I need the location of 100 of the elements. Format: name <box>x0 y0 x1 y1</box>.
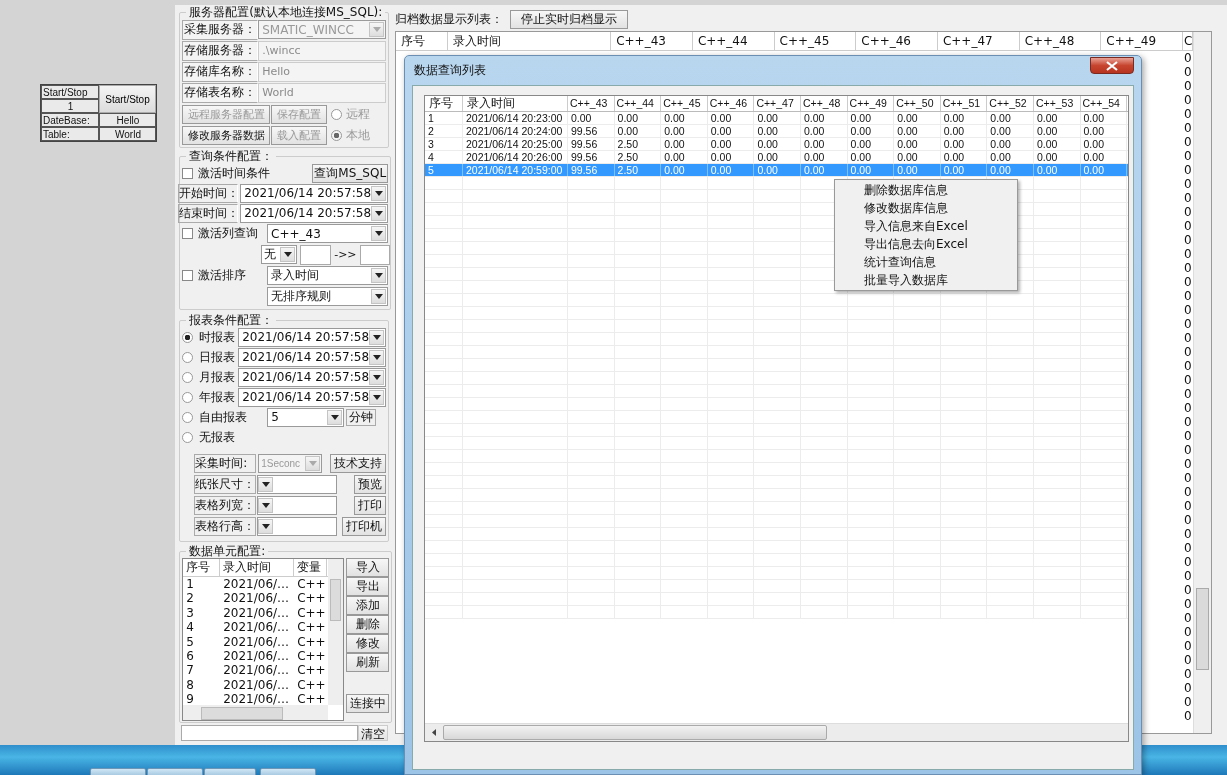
radio-button[interactable]: 无报表 <box>182 428 237 446</box>
dropdown[interactable]: 5 <box>267 407 345 427</box>
column-header[interactable]: C++_44 <box>692 32 775 50</box>
column-header[interactable]: C++_45 <box>661 96 708 111</box>
table-row[interactable]: 3 2021/06/14 20:25:00 99.56 2.50 0.00 0.00 0.00 0.00 0.00 0.00 0.00 0.00 0.00 0.00 <box>425 138 1128 151</box>
action-button[interactable]: 导出 <box>346 577 390 596</box>
menu-item[interactable]: 修改数据库信息 <box>835 199 1017 217</box>
menu-item[interactable]: 导出信息去向Excel <box>835 235 1017 253</box>
column-header[interactable]: C++_46 <box>856 32 938 50</box>
dropdown[interactable]: 无排序规则 <box>267 287 389 306</box>
menu-item[interactable]: 删除数据库信息 <box>835 181 1017 199</box>
dropdown[interactable]: 2021/06/14 20:57:58 <box>238 367 387 387</box>
table-row[interactable]: 1 2021/06/14 20:23:00 0.00 0.00 0.00 0.00 0.00 0.00 0.00 0.00 0.00 0.00 0.00 0.00 <box>425 112 1128 125</box>
radio-button[interactable]: 自由报表 <box>182 408 248 426</box>
action-button[interactable]: 刷新 <box>346 653 390 672</box>
menu-item[interactable]: 统计查询信息 <box>835 253 1017 271</box>
radio-button[interactable]: 年报表 <box>182 388 237 406</box>
column-header[interactable]: 序号 <box>425 96 463 111</box>
column-header[interactable]: C++_43 <box>568 96 615 111</box>
input-field[interactable] <box>359 244 390 265</box>
action-button[interactable]: 添加 <box>346 596 390 615</box>
checkbox[interactable]: 激活时间条件 <box>182 164 271 182</box>
column-header[interactable]: C++_48 <box>800 96 848 111</box>
input-field[interactable] <box>181 725 359 741</box>
radio-button[interactable]: 时报表 <box>182 328 237 346</box>
checkbox[interactable]: 激活列查询 <box>182 225 259 242</box>
left-arrow-icon[interactable] <box>432 729 436 736</box>
column-header[interactable]: C++_52 <box>987 96 1034 111</box>
radio-button[interactable]: 月报表 <box>182 368 237 386</box>
column-header[interactable]: C++_48 <box>1019 32 1102 50</box>
query-button[interactable]: 查询MS_SQL <box>312 163 389 183</box>
dropdown[interactable]: 2021/06/14 20:57:58 <box>240 183 389 203</box>
table-cell: 0.00 <box>1033 138 1081 150</box>
scrollbar[interactable] <box>425 723 1128 741</box>
input-field[interactable] <box>300 244 332 265</box>
start-stop-button[interactable]: Start/Stop <box>99 85 156 113</box>
table-cell: 0.00 <box>940 164 988 176</box>
scrollbar[interactable] <box>183 705 329 720</box>
action-button[interactable]: 导入 <box>346 558 390 577</box>
column-header[interactable]: C++_51 <box>940 96 988 111</box>
clear-button[interactable]: 清空 <box>358 725 389 741</box>
menu-item[interactable]: 批量导入数据库 <box>835 271 1017 289</box>
dropdown[interactable] <box>257 475 338 494</box>
column-header[interactable]: C++_47 <box>754 96 801 111</box>
dropdown[interactable] <box>257 517 338 536</box>
dropdown[interactable] <box>257 496 338 515</box>
stop-button[interactable]: 停止实时归档显示 <box>510 9 629 29</box>
column-header[interactable]: C++_49 <box>1101 32 1183 50</box>
column-header[interactable]: C++_47 <box>937 32 1020 50</box>
column-header[interactable]: 序号 <box>183 559 221 576</box>
dropdown[interactable]: 2021/06/14 20:57:58 <box>238 387 387 407</box>
close-button[interactable] <box>1090 57 1134 74</box>
dropdown[interactable]: 2021/06/14 20:57:58 <box>240 203 389 223</box>
column-header[interactable]: 录入时间 <box>463 96 568 111</box>
column-header[interactable]: C++_49 <box>847 96 895 111</box>
connection-button[interactable]: 连接中 <box>346 694 390 713</box>
table-cell: 0 <box>1183 527 1193 541</box>
dropdown[interactable]: 无 <box>261 245 298 264</box>
table-cell: 0 <box>1183 331 1193 345</box>
column-header[interactable]: 录入时间 <box>220 559 295 576</box>
column-header[interactable]: 录入时间 <box>448 32 612 50</box>
column-header[interactable]: C++_53 <box>1033 96 1081 111</box>
column-header[interactable]: C++_43 <box>611 32 693 50</box>
action-button[interactable]: 修改 <box>346 634 390 653</box>
table-cell: 0.00 <box>1033 151 1081 163</box>
table-cell: 0 <box>1183 513 1193 527</box>
checkbox[interactable]: 激活排序 <box>182 267 247 284</box>
table-cell: 0.00 <box>754 125 801 137</box>
scrollbar[interactable] <box>328 559 344 705</box>
table-cell: 0.00 <box>568 112 615 124</box>
caret-icon <box>261 503 270 508</box>
dropdown[interactable]: C++_43 <box>267 224 389 243</box>
list-title: 归档数据显示列表： <box>395 10 505 28</box>
table-cell: 0.00 <box>707 151 755 163</box>
action-button[interactable]: 删除 <box>346 615 390 634</box>
dropdown[interactable]: 2021/06/14 20:57:58 <box>238 327 387 347</box>
column-header[interactable]: 序号 <box>396 32 449 50</box>
table-cell: 0.00 <box>847 151 895 163</box>
config-button[interactable]: 修改服务器数据 <box>182 125 271 145</box>
scrollbar[interactable] <box>1193 32 1211 733</box>
dropdown[interactable]: 2021/06/14 20:57:58 <box>238 347 387 367</box>
table-cell: 0.00 <box>847 138 895 150</box>
table-cell: 0.00 <box>1080 125 1128 137</box>
table-row[interactable]: 2 2021/06/14 20:24:00 99.56 0.00 0.00 0.00 0.00 0.00 0.00 0.00 0.00 0.00 0.00 0.00 <box>425 125 1128 138</box>
column-header[interactable]: C++_44 <box>614 96 662 111</box>
setting-button[interactable]: 打印机 <box>342 517 387 536</box>
menu-item[interactable]: 导入信息来自Excel <box>835 217 1017 235</box>
radio-button[interactable]: 日报表 <box>182 348 237 366</box>
dropdown[interactable]: 录入时间 <box>267 266 389 285</box>
column-header[interactable]: C++_50 <box>894 96 941 111</box>
column-header[interactable]: C++_46 <box>707 96 755 111</box>
column-header[interactable]: 变量 <box>294 559 328 576</box>
setting-button[interactable]: 打印 <box>354 496 387 515</box>
setting-button[interactable]: 预览 <box>354 475 387 494</box>
field-label: 采集时间: <box>194 454 257 473</box>
table-cell: 0 <box>1183 65 1193 79</box>
caret-icon <box>308 461 317 466</box>
table-cell: 0 <box>1183 597 1193 611</box>
column-header[interactable]: C++_54 <box>1080 96 1128 111</box>
column-header[interactable]: C++_45 <box>774 32 857 50</box>
